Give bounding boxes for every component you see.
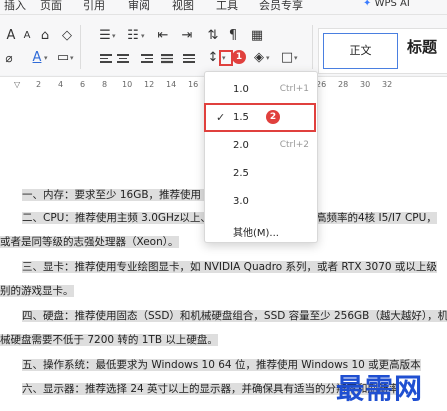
- doc-line-text: 一、内存：要求至少 16GB，推荐使用 3: [22, 189, 212, 201]
- justify-icon[interactable]: [161, 54, 173, 64]
- doc-line-text: 或者是同等级的志强处理器（Xeon）。: [0, 236, 179, 248]
- ruler-label: 16: [188, 80, 199, 89]
- indent-icon[interactable]: ⇥: [180, 29, 194, 43]
- clear-format-icon[interactable]: ◇: [60, 29, 74, 43]
- doc-line-text: 三、显卡：推荐使用专业绘图显卡，如 NVIDIA Quadro 系列，或者 RT…: [22, 261, 437, 273]
- font-color-icon[interactable]: A: [30, 51, 44, 65]
- ruler-label: 28: [338, 80, 349, 89]
- line-spacing-option-3-0[interactable]: 3.0: [205, 190, 317, 216]
- doc-line: 械硬盘需要不低于 7200 转的 1TB 以上硬盘。: [0, 333, 218, 347]
- menu-member[interactable]: 会员专享: [259, 0, 303, 13]
- chevron-down-icon[interactable]: ▾: [294, 54, 298, 62]
- font-size-up-icon[interactable]: A: [4, 29, 18, 43]
- menu-reference[interactable]: 引用: [83, 0, 105, 13]
- step-badge-1: 1: [232, 50, 246, 64]
- doc-line-text: 四、硬盘：推荐使用固态（SSD）和机械硬盘组合，SSD 容量至少 256GB（越…: [22, 310, 447, 322]
- wps-ai-label: WPS AI: [374, 0, 410, 9]
- bullet-list-icon[interactable]: ☰: [98, 29, 112, 43]
- ruler-label: 4: [58, 80, 64, 89]
- border-box-icon[interactable]: □: [280, 51, 294, 65]
- ribbon-divider: [312, 25, 313, 69]
- style-gallery: 正文 标题: [318, 28, 447, 74]
- menu-page[interactable]: 页面: [40, 0, 62, 13]
- style-normal[interactable]: 正文: [323, 33, 398, 69]
- doc-line: 别的游戏显卡。: [0, 284, 74, 298]
- doc-line-tail: 高频率的4核 I5/I7 CPU，: [316, 211, 437, 225]
- step-badge-2: 2: [266, 110, 280, 124]
- line-spacing-option-1-0[interactable]: 1.0 Ctrl+1: [205, 78, 317, 104]
- option-highlight: [204, 103, 316, 132]
- highlight-icon[interactable]: ▭: [56, 51, 70, 65]
- option-label: 2.0: [233, 140, 249, 151]
- ruler-label: 8: [102, 80, 108, 89]
- option-label: 1.0: [233, 84, 249, 95]
- ruler-label: 14: [166, 80, 177, 89]
- doc-line: 四、硬盘：推荐使用固态（SSD）和机械硬盘组合，SSD 容量至少 256GB（越…: [22, 309, 447, 323]
- line-spacing-option-2-0[interactable]: 2.0 Ctrl+2: [205, 134, 317, 160]
- outdent-icon[interactable]: ⇤: [156, 29, 170, 43]
- menu-insert[interactable]: 插入: [4, 0, 26, 13]
- chevron-down-icon[interactable]: ▾: [44, 54, 48, 62]
- line-spacing-highlight: [219, 50, 233, 66]
- show-marks-icon[interactable]: ¶: [226, 29, 240, 43]
- line-spacing-icon[interactable]: ↕: [206, 51, 220, 65]
- menu-tools[interactable]: 工具: [216, 0, 238, 13]
- line-spacing-option-other[interactable]: 其他(M)...: [205, 218, 317, 244]
- align-right-icon[interactable]: [141, 54, 153, 64]
- ruler-label: 12: [144, 80, 155, 89]
- doc-line-text: 二、CPU：推荐使用主频 3.0GHz以上、双: [22, 212, 222, 224]
- menu-review[interactable]: 审阅: [128, 0, 150, 13]
- distribute-icon[interactable]: [183, 54, 195, 64]
- doc-line: 一、内存：要求至少 16GB，推荐使用 3: [22, 188, 212, 202]
- chevron-down-icon[interactable]: ▾: [141, 32, 145, 40]
- align-left-icon[interactable]: [100, 54, 112, 64]
- option-label: 3.0: [233, 196, 249, 207]
- ribbon-divider: [80, 25, 81, 69]
- menu-view[interactable]: 视图: [172, 0, 194, 13]
- text-effect-icon[interactable]: ⌂: [38, 29, 52, 43]
- ribbon-toolbar: A A ⌂ ◇ ☰ ▾ ☷ ▾ ⇤ ⇥ ⇅ ¶ ▦ ⌀ A ▾ ▭ ▾ ↕ ▾ …: [0, 15, 447, 75]
- doc-line: 三、显卡：推荐使用专业绘图显卡，如 NVIDIA Quadro 系列，或者 RT…: [22, 260, 437, 274]
- align-center-icon[interactable]: [117, 54, 129, 64]
- chevron-down-icon[interactable]: ▾: [112, 32, 116, 40]
- strikethrough-icon[interactable]: ⌀: [2, 51, 16, 65]
- ruler-label: 30: [360, 80, 371, 89]
- doc-line: 二、CPU：推荐使用主频 3.0GHz以上、双: [22, 211, 222, 225]
- doc-line-text: 械硬盘需要不低于 7200 转的 1TB 以上硬盘。: [0, 334, 218, 346]
- borders-icon[interactable]: ▦: [250, 29, 264, 43]
- line-spacing-menu: 1.0 Ctrl+1 ✓ 1.5 2.0 Ctrl+2 2.5 3.0 其他(M…: [204, 71, 318, 243]
- chevron-down-icon[interactable]: ▾: [266, 54, 270, 62]
- watermark-logo: 最需网: [336, 372, 424, 405]
- font-size-down-icon[interactable]: A: [20, 29, 34, 43]
- style-heading[interactable]: 标题: [407, 36, 437, 57]
- option-shortcut: Ctrl+2: [279, 140, 309, 150]
- ruler-label: 6: [80, 80, 86, 89]
- doc-line-text: 高频率的4核 I5/I7 CPU，: [316, 212, 437, 224]
- ruler-marker-icon[interactable]: ▽: [14, 80, 20, 89]
- sort-icon[interactable]: ⇅: [206, 29, 220, 43]
- option-label: 2.5: [233, 168, 249, 179]
- option-label: 其他(M)...: [233, 228, 279, 239]
- ruler-label: 32: [382, 80, 393, 89]
- ruler-label: 10: [122, 80, 133, 89]
- doc-line: 或者是同等级的志强处理器（Xeon）。: [0, 235, 179, 249]
- sparkle-icon: ✦: [363, 0, 372, 9]
- wps-ai-button[interactable]: ✦ WPS AI: [363, 0, 410, 9]
- ruler-label: 2: [36, 80, 42, 89]
- doc-line-text: 别的游戏显卡。: [0, 285, 74, 297]
- menu-bar: 插入 页面 引用 审阅 视图 工具 会员专享 ✦ WPS AI: [0, 0, 447, 15]
- numbered-list-icon[interactable]: ☷: [126, 29, 140, 43]
- option-shortcut: Ctrl+1: [279, 84, 309, 94]
- shading-icon[interactable]: ◈: [252, 51, 266, 65]
- chevron-down-icon[interactable]: ▾: [70, 54, 74, 62]
- line-spacing-option-2-5[interactable]: 2.5: [205, 162, 317, 188]
